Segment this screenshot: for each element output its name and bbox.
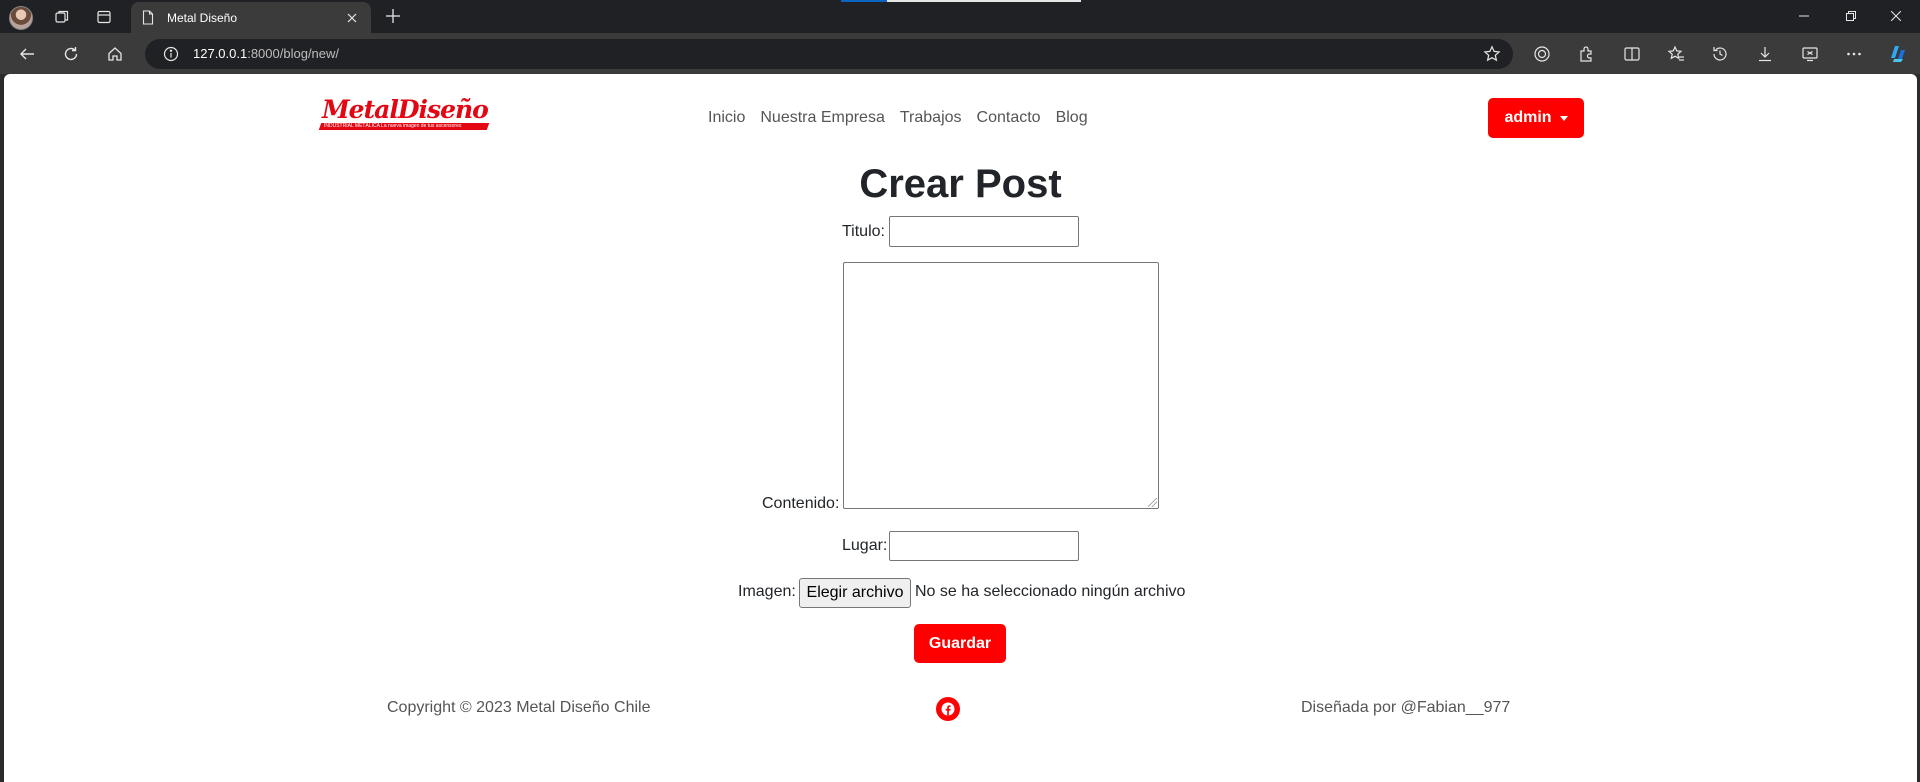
tab-actions-icon[interactable] [92,5,116,29]
logo-text: MetalDiseño [322,95,489,124]
page-icon [141,10,155,26]
minimize-icon[interactable] [1784,4,1824,28]
favorites-icon[interactable] [1663,41,1689,67]
page-viewport: MetalDiseño INDUSTRIAL METÁLICA La nueva… [4,74,1917,782]
page-title: Crear Post [859,162,1062,206]
choose-file-button[interactable]: Elegir archivo [799,578,911,608]
nav-link-contacto[interactable]: Contacto [977,109,1041,127]
new-tab-icon[interactable] [381,4,405,28]
credit-text: Diseñada por @Fabian__977 [1301,699,1511,716]
close-tab-icon[interactable] [341,7,363,29]
nav-link-trabajos[interactable]: Trabajos [900,109,962,127]
user-menu-label: admin [1504,109,1552,126]
split-screen-icon[interactable] [1619,41,1645,67]
loading-indicator [841,0,887,2]
close-window-icon[interactable] [1876,4,1916,28]
browser-toolbar: 127.0.0.1:8000/blog/new/ [0,33,1920,74]
restore-icon[interactable] [1831,4,1871,28]
address-bar[interactable]: 127.0.0.1:8000/blog/new/ [145,39,1513,69]
contenido-textarea[interactable] [843,262,1159,509]
extensions-icon[interactable] [1574,41,1600,67]
copilot-icon[interactable] [1885,41,1911,67]
url-text: 127.0.0.1:8000/blog/new/ [193,46,339,61]
lugar-input[interactable] [889,531,1079,561]
back-icon[interactable] [14,41,40,67]
tracking-prevention-icon[interactable] [1529,41,1555,67]
user-menu-button[interactable]: admin [1488,98,1584,138]
history-icon[interactable] [1707,41,1733,67]
url-path: :8000/blog/new/ [247,46,340,61]
nav-link-blog[interactable]: Blog [1056,109,1088,127]
url-host: 127.0.0.1 [193,46,248,61]
titulo-label: Titulo: [842,223,885,240]
nav-link-nuestra-empresa[interactable]: Nuestra Empresa [760,109,885,127]
caret-down-icon [1559,115,1568,121]
logo-tagline: INDUSTRIAL METÁLICA La nueva imagen de t… [324,123,462,129]
save-button[interactable]: Guardar [914,624,1006,663]
reload-icon[interactable] [58,41,84,67]
titulo-input[interactable] [889,216,1079,247]
profile-avatar[interactable] [9,6,33,30]
nav-link-inicio[interactable]: Inicio [708,109,745,127]
imagen-label: Imagen: [738,583,796,600]
facebook-icon[interactable] [936,697,960,721]
favorite-star-icon[interactable] [1483,45,1501,63]
file-status-text: No se ha seleccionado ningún archivo [915,583,1186,600]
site-logo[interactable]: MetalDiseño INDUSTRIAL METÁLICA La nueva… [318,95,490,133]
home-icon[interactable] [102,41,128,67]
downloads-icon[interactable] [1752,41,1778,67]
site-info-icon[interactable] [163,46,179,62]
active-tab[interactable]: Metal Diseño [131,2,371,33]
screenshot-icon[interactable] [1797,41,1823,67]
tab-title: Metal Diseño [167,10,238,25]
workspaces-icon[interactable] [50,5,74,29]
loading-track [887,0,1081,2]
lugar-label: Lugar: [842,537,888,554]
resize-grip-icon[interactable] [1148,498,1157,507]
browser-tab-bar: Metal Diseño [0,0,1920,33]
more-options-icon[interactable] [1841,41,1867,67]
contenido-label: Contenido: [762,495,840,512]
copyright-text: Copyright © 2023 Metal Diseño Chile [387,699,651,716]
main-navigation: Inicio Nuestra Empresa Trabajos Contacto… [708,109,1103,127]
